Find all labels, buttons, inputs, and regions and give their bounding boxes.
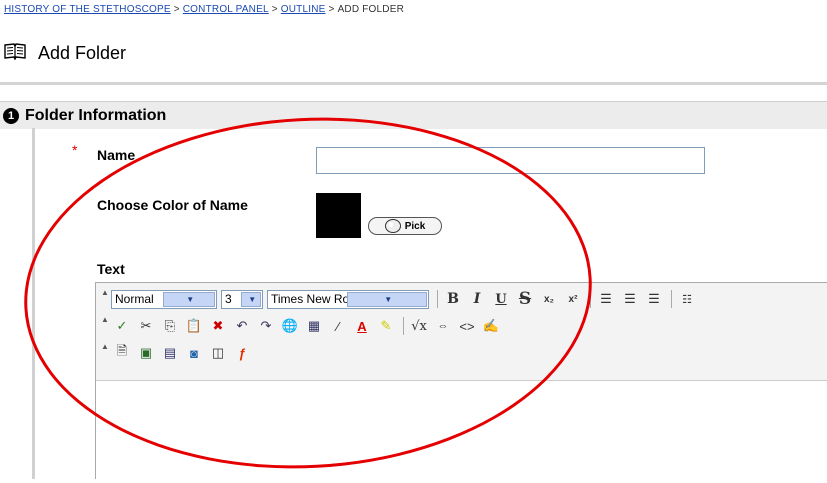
editor-toolbar: ▲ Normal ▼ 3 ▼ Times New Roman ▼ B I U S… <box>96 283 827 381</box>
spellcheck-icon[interactable]: ✓ <box>113 317 131 335</box>
clear-format-icon[interactable]: ✖ <box>209 317 227 335</box>
text-label: Text <box>97 261 125 277</box>
name-label: Name <box>97 147 136 163</box>
toolbar-separator <box>671 290 672 308</box>
toolbar-separator <box>590 290 591 308</box>
color-swatch <box>316 193 361 238</box>
format-value: Normal <box>115 292 154 306</box>
undo-icon[interactable]: ↶ <box>233 317 251 335</box>
page-title: Add Folder <box>38 42 127 63</box>
draw-line-icon[interactable]: ∕ <box>329 317 347 335</box>
highlight-icon[interactable]: ✎ <box>377 317 395 335</box>
paste-icon[interactable]: 📋 <box>185 317 203 335</box>
color-label: Choose Color of Name <box>97 197 248 213</box>
step-number-badge: 1 <box>3 107 19 124</box>
format-select[interactable]: Normal ▼ <box>111 289 217 309</box>
strikethrough-icon[interactable]: S <box>516 289 534 309</box>
insert-media-icon[interactable]: ▤ <box>161 344 179 362</box>
toolbar-separator <box>437 290 438 308</box>
preview-icon[interactable]: ⇔ <box>434 317 452 335</box>
redo-icon[interactable]: ↷ <box>257 317 275 335</box>
breadcrumb: HISTORY OF THE STETHOSCOPE > CONTROL PANEL… <box>4 4 404 15</box>
html-source-icon[interactable]: <> <box>458 317 476 335</box>
table-icon[interactable]: ▦ <box>305 317 323 335</box>
toolbar-grip-icon[interactable]: ▲ <box>101 342 109 351</box>
ordered-list-icon[interactable]: ☷ <box>678 290 696 308</box>
italic-icon[interactable]: I <box>468 290 486 308</box>
align-right-icon[interactable]: ☰ <box>645 290 663 308</box>
chevron-down-icon: ▼ <box>240 291 261 307</box>
section-indent-rule <box>32 128 35 479</box>
toolbar-row-1: ▲ Normal ▼ 3 ▼ Times New Roman ▼ B I U S… <box>96 286 696 312</box>
breadcrumb-separator: > <box>173 4 180 15</box>
breadcrumb-link-outline[interactable]: OUTLINE <box>281 4 326 15</box>
name-input[interactable] <box>316 147 705 174</box>
edit-document-icon[interactable]: ✍ <box>482 317 500 335</box>
superscript-icon[interactable]: x² <box>564 290 582 308</box>
insert-audio-icon[interactable]: ◙ <box>185 344 203 362</box>
toolbar-row-3: ▲ 🗎 ▣ ▤ ◙ ◫ ƒ <box>96 340 251 366</box>
breadcrumb-current: ADD FOLDER <box>337 4 405 15</box>
breadcrumb-link-control-panel[interactable]: CONTROL PANEL <box>183 4 269 15</box>
breadcrumb-separator: > <box>328 4 335 15</box>
toolbar-row-2: ▲ ✓ ✂ ⎘ 📋 ✖ ↶ ↷ 🌐 ▦ ∕ A ✎ √x ⇔ <> ✍ <box>96 313 500 339</box>
toolbar-separator <box>403 317 404 335</box>
attach-file-icon[interactable]: 🗎 <box>113 343 131 362</box>
font-family-value: Times New Roman <box>271 292 347 306</box>
cut-icon[interactable]: ✂ <box>137 317 155 335</box>
section-header: 1 Folder Information <box>0 101 827 129</box>
book-icon <box>4 42 26 65</box>
chevron-down-icon: ▼ <box>346 291 427 307</box>
header-divider <box>0 82 827 85</box>
font-size-value: 3 <box>225 292 232 306</box>
equation-icon[interactable]: √x <box>410 317 428 335</box>
text-color-icon[interactable]: A <box>353 317 371 335</box>
font-family-select[interactable]: Times New Roman ▼ <box>267 289 429 309</box>
toolbar-grip-icon[interactable]: ▲ <box>101 315 109 324</box>
insert-video-icon[interactable]: ◫ <box>209 344 227 362</box>
link-icon[interactable]: 🌐 <box>281 317 299 335</box>
copy-icon[interactable]: ⎘ <box>161 317 179 335</box>
font-size-select[interactable]: 3 ▼ <box>221 289 263 309</box>
toolbar-grip-icon[interactable]: ▲ <box>101 288 109 297</box>
page-header: Add Folder <box>4 40 126 66</box>
breadcrumb-link-course[interactable]: HISTORY OF THE STETHOSCOPE <box>4 4 171 15</box>
required-marker: * <box>72 142 78 158</box>
align-left-icon[interactable]: ☰ <box>597 290 615 308</box>
palette-icon <box>384 219 401 233</box>
align-center-icon[interactable]: ☰ <box>621 290 639 308</box>
underline-icon[interactable]: U <box>492 290 510 308</box>
breadcrumb-separator: > <box>271 4 278 15</box>
section-title: Folder Information <box>25 106 167 124</box>
subscript-icon[interactable]: x₂ <box>540 290 558 308</box>
pick-color-button[interactable]: Pick <box>368 217 442 235</box>
pick-label: Pick <box>404 220 426 232</box>
chevron-down-icon: ▼ <box>162 291 215 307</box>
bold-icon[interactable]: B <box>444 290 462 308</box>
insert-flash-icon[interactable]: ƒ <box>233 344 251 362</box>
insert-image-icon[interactable]: ▣ <box>137 344 155 362</box>
